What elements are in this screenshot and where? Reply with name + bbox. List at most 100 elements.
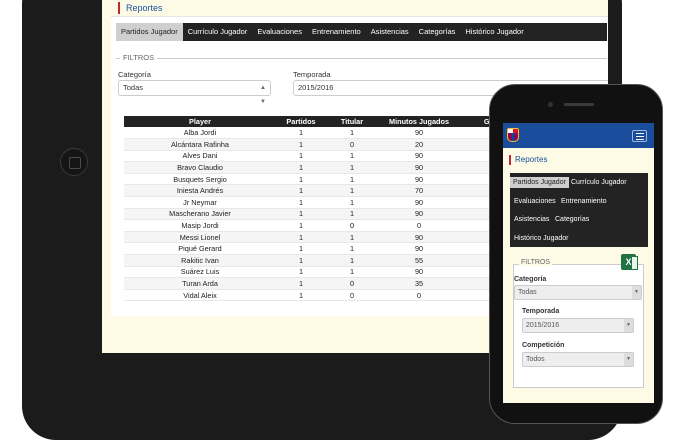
table-cell: 1 — [276, 277, 326, 290]
table-row[interactable]: Vidal Aleix1000 — [124, 289, 528, 302]
table-cell: 90 — [378, 196, 460, 209]
categoria-select[interactable]: Todas ▲ ▼ — [118, 80, 271, 105]
phone-categoria-select[interactable]: Todas ▼ — [514, 285, 642, 300]
table-cell: 1 — [326, 266, 378, 279]
tablet-home-button — [60, 148, 88, 176]
table-cell: Turan Arda — [124, 277, 276, 290]
select-arrows-icon: ▲ ▼ — [260, 85, 266, 105]
table-cell: 1 — [326, 161, 378, 174]
phone-temporada-label: Temporada — [522, 308, 560, 315]
table-cell: 1 — [326, 127, 378, 140]
table-row[interactable]: Alba Jordi11900 — [124, 127, 528, 140]
dropdown-arrow-icon: ▼ — [624, 353, 633, 366]
table-cell: 1 — [326, 173, 378, 186]
categoria-label: Categoría — [118, 70, 151, 79]
phone-categoria-value: Todas — [518, 289, 537, 296]
phone-tab-historico-jugador[interactable]: Histórico Jugador — [514, 235, 568, 242]
table-cell: Vidal Aleix — [124, 289, 276, 302]
column-header[interactable]: Player — [124, 116, 276, 127]
table-cell: 1 — [276, 242, 326, 256]
table-cell: 20 — [378, 138, 460, 151]
tab-6[interactable]: Histórico Jugador — [460, 23, 528, 41]
categoria-select-value: Todas — [123, 83, 144, 92]
table-cell: 1 — [276, 289, 326, 302]
tab-3[interactable]: Entrenamiento — [307, 23, 366, 41]
table-cell: 1 — [276, 173, 326, 186]
table-cell: 90 — [378, 266, 460, 279]
phone-speaker — [564, 103, 594, 106]
table-row[interactable]: Turan Arda10350 — [124, 277, 528, 290]
table-row[interactable]: Bravo Claudio11900 — [124, 161, 528, 174]
table-cell: 1 — [276, 231, 326, 244]
phone-categoria-label: Categoría — [514, 276, 547, 283]
table-cell: 35 — [378, 277, 460, 290]
column-header[interactable]: Minutos Jugados — [378, 116, 460, 127]
column-header[interactable]: Partidos — [276, 116, 326, 127]
phone-tab-asistencias[interactable]: Asistencias — [514, 216, 549, 223]
table-cell: Masip Jordi — [124, 219, 276, 232]
tab-2[interactable]: Evaluaciones — [252, 23, 307, 41]
table-cell: 1 — [276, 254, 326, 267]
table-cell: 90 — [378, 173, 460, 186]
hamburger-menu-icon[interactable] — [632, 130, 647, 142]
phone-tab-curriculo-jugador[interactable]: Currículo Jugador — [571, 179, 627, 186]
table-cell: 1 — [326, 196, 378, 209]
table-cell: 90 — [378, 161, 460, 174]
table-body: Alba Jordi11900Alcántara Rafinha10200Alv… — [124, 127, 528, 302]
table-cell: 90 — [378, 150, 460, 163]
tab-5[interactable]: Categorías — [414, 23, 461, 41]
tab-0[interactable]: Partidos Jugador — [116, 23, 183, 41]
table-cell: 1 — [276, 184, 326, 198]
table-cell: Rakitic Ivan — [124, 254, 276, 267]
table-row[interactable]: Jr Neymar11900 — [124, 196, 528, 209]
table-cell: 0 — [326, 219, 378, 232]
table-cell: 90 — [378, 242, 460, 256]
table-cell: 1 — [326, 254, 378, 267]
phone-device: Reportes Partidos Jugador Currículo Juga… — [489, 84, 663, 424]
table-cell: Alba Jordi — [124, 127, 276, 140]
table-row[interactable]: Rakitic Ivan11550 — [124, 254, 528, 267]
table-cell: 1 — [276, 266, 326, 279]
table-cell: 1 — [326, 184, 378, 198]
phone-navbar — [503, 123, 654, 148]
phone-tab-evaluaciones[interactable]: Evaluaciones — [514, 198, 556, 205]
club-crest-logo[interactable] — [507, 128, 519, 142]
phone-tab-partidos-jugador[interactable]: Partidos Jugador — [510, 177, 569, 188]
table-row[interactable]: Piqué Gerard11900 — [124, 242, 528, 256]
table-cell: 1 — [276, 138, 326, 151]
table-cell: 55 — [378, 254, 460, 267]
phone-camera — [548, 102, 553, 107]
table-row[interactable]: Busquets Sergio11900 — [124, 173, 528, 186]
table-cell: Bravo Claudio — [124, 161, 276, 174]
table-cell: Iniesta Andrés — [124, 184, 276, 198]
table-cell: 1 — [276, 219, 326, 232]
table-cell: 0 — [378, 289, 460, 302]
table-cell: Suárez Luis — [124, 266, 276, 279]
table-row[interactable]: Alves Dani11900 — [124, 150, 528, 163]
table-row[interactable]: Alcántara Rafinha10200 — [124, 138, 528, 151]
table-row[interactable]: Messi Lionel11903 — [124, 231, 528, 244]
table-cell: Alves Dani — [124, 150, 276, 163]
excel-export-icon[interactable]: X — [621, 254, 638, 270]
report-tabs: Partidos Jugador Currículo Jugador Evaluac… — [116, 23, 607, 41]
table-row[interactable]: Masip Jordi1000 — [124, 219, 528, 232]
phone-tab-entrenamiento[interactable]: Entrenamiento — [561, 198, 607, 205]
phone-competicion-select[interactable]: Todos ▼ — [522, 352, 634, 367]
table-cell: 0 — [326, 138, 378, 151]
table-cell: 1 — [326, 231, 378, 244]
table-cell: 1 — [276, 208, 326, 221]
table-header-row: PlayerPartidosTitularMinutos JugadosGole… — [124, 116, 528, 127]
tab-4[interactable]: Asistencias — [366, 23, 414, 41]
table-cell: Jr Neymar — [124, 196, 276, 209]
phone-temporada-select[interactable]: 2015/2016 ▼ — [522, 318, 634, 333]
table-row[interactable]: Suárez Luis11904 — [124, 266, 528, 279]
tab-1[interactable]: Currículo Jugador — [183, 23, 253, 41]
temporada-select-value: 2015/2016 — [298, 83, 334, 92]
table-row[interactable]: Mascherano Javier11900 — [124, 208, 528, 221]
table-cell: 1 — [276, 150, 326, 163]
phone-tab-categorias[interactable]: Categorías — [555, 216, 589, 223]
column-header[interactable]: Titular — [326, 116, 378, 127]
dropdown-arrow-icon: ▼ — [624, 319, 633, 332]
table-cell: 1 — [276, 127, 326, 140]
table-row[interactable]: Iniesta Andrés11700 — [124, 184, 528, 198]
